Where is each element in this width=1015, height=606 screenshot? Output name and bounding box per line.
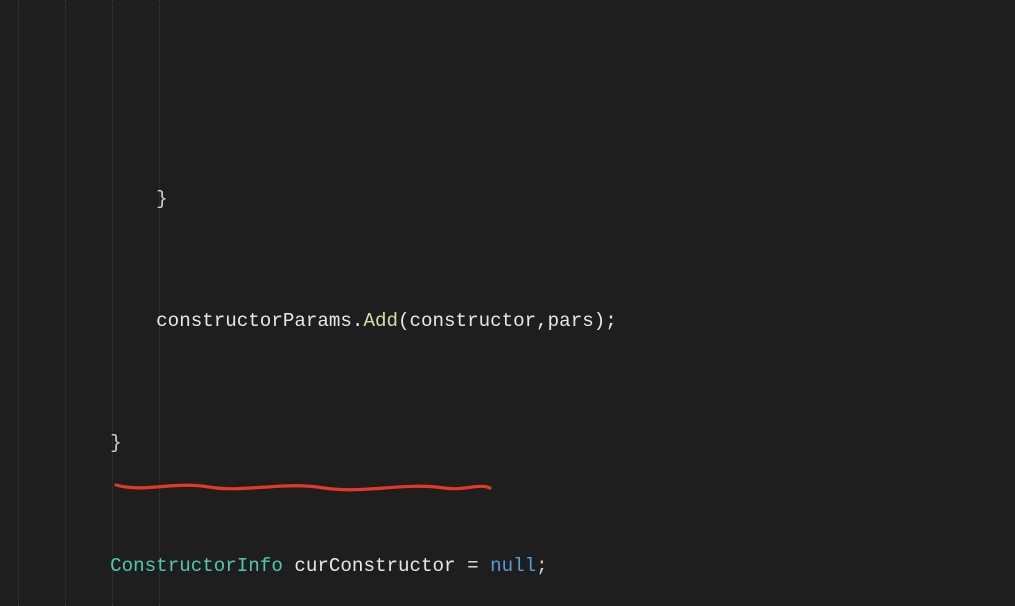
code-line[interactable]: ConstructorInfo curConstructor = null; <box>18 551 1015 582</box>
code-text: } <box>18 432 122 454</box>
code-text: (constructor,pars); <box>398 310 617 332</box>
type-name: ConstructorInfo <box>110 555 283 577</box>
code-line[interactable]: } <box>18 184 1015 215</box>
code-line[interactable]: constructorParams.Add(constructor,pars); <box>18 306 1015 337</box>
indent <box>18 555 110 577</box>
code-area[interactable]: } constructorParams.Add(constructor,pars… <box>18 0 1015 606</box>
code-text: } <box>18 188 168 210</box>
code-text: constructorParams. <box>18 310 363 332</box>
code-line[interactable]: } <box>18 428 1015 459</box>
indent-guides <box>18 0 87 606</box>
code-text: ; <box>536 555 548 577</box>
keyword-null: null <box>490 555 536 577</box>
method-name: Add <box>363 310 398 332</box>
code-text: curConstructor = <box>283 555 490 577</box>
annotation-underline <box>114 479 494 497</box>
editor-gutter <box>0 0 18 606</box>
code-editor[interactable]: } constructorParams.Add(constructor,pars… <box>0 0 1015 606</box>
